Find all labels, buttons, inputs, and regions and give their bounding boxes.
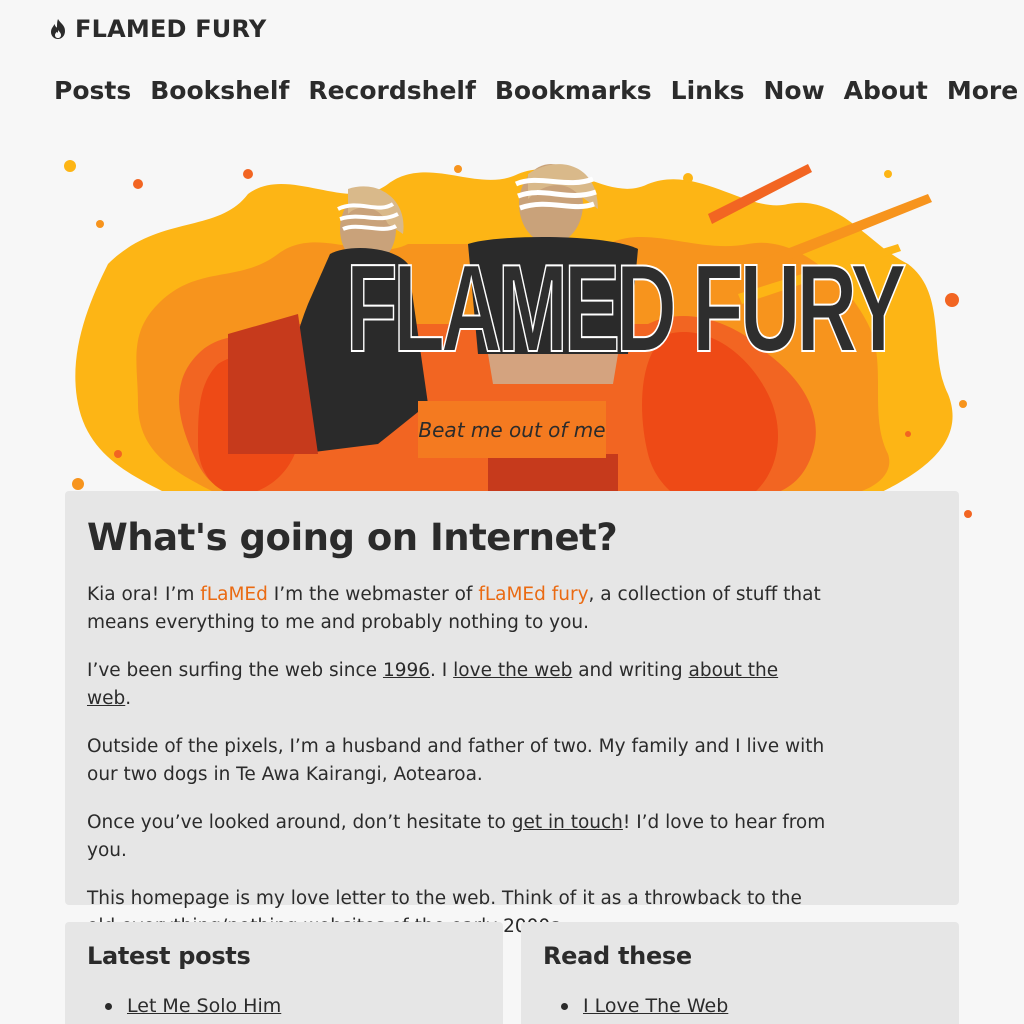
beat-me-out-of-me-button[interactable]: Beat me out of me [418,401,606,458]
nav-item-more[interactable]: More [947,76,1018,105]
intro-text: Once you’ve looked around, don’t hesitat… [87,812,512,833]
intro-text: . I [430,660,454,681]
intro-paragraph-3: Outside of the pixels, I’m a husband and… [87,736,825,785]
site-header: FLAMED FURY [47,15,266,43]
intro-text: I’ve been surfing the web since [87,660,383,681]
intro-text: . [125,688,132,709]
flame-icon [47,18,69,40]
hero-title: FLAMED FURY [345,240,907,378]
latest-posts-heading: Latest posts [87,942,251,970]
year-link[interactable]: 1996 [383,660,430,681]
nav-item-posts[interactable]: Posts [54,76,131,105]
intro-text: Kia ora! I’m [87,584,201,605]
intro-heading: What's going on Internet? [87,516,618,559]
main-nav: Posts Bookshelf Recordshelf Bookmarks Li… [54,76,1024,105]
intro-card: What's going on Internet? Kia ora! I’m f… [65,491,959,937]
love-the-web-link[interactable]: love the web [453,660,572,681]
list-item: I Love The Web [561,992,937,1020]
site-title[interactable]: FLAMED FURY [75,15,266,43]
intro-text: I’m the webmaster of [267,584,479,605]
read-these-card: Read these I Love The Web [521,922,959,1024]
latest-posts-list: Let Me Solo Him [87,992,481,1020]
intro-paragraph-1: Kia ora! I’m fLaMEd I’m the webmaster of… [87,581,827,637]
nav-item-recordshelf[interactable]: Recordshelf [308,76,476,105]
hero-banner: FLAMED FURY Beat me out of me [48,154,978,518]
intro-paragraph-2: I’ve been surfing the web since 1996. I … [87,657,827,713]
nav-item-bookmarks[interactable]: Bookmarks [495,76,652,105]
post-link[interactable]: Let Me Solo Him [127,995,281,1017]
latest-posts-card: Latest posts Let Me Solo Him [65,922,503,1024]
intro-paragraph-4: Once you’ve looked around, don’t hesitat… [87,809,827,865]
read-these-list: I Love The Web [543,992,937,1020]
nav-item-about[interactable]: About [844,76,928,105]
nav-item-bookshelf[interactable]: Bookshelf [150,76,289,105]
nav-item-links[interactable]: Links [671,76,745,105]
read-these-heading: Read these [543,942,692,970]
read-link[interactable]: I Love The Web [583,995,728,1017]
nav-item-now[interactable]: Now [763,76,824,105]
site-link[interactable]: fLaMEd fury [478,584,588,605]
name-link[interactable]: fLaMEd [200,584,268,605]
get-in-touch-link[interactable]: get in touch [512,812,623,833]
list-item: Let Me Solo Him [105,992,481,1020]
intro-text: and writing [572,660,689,681]
